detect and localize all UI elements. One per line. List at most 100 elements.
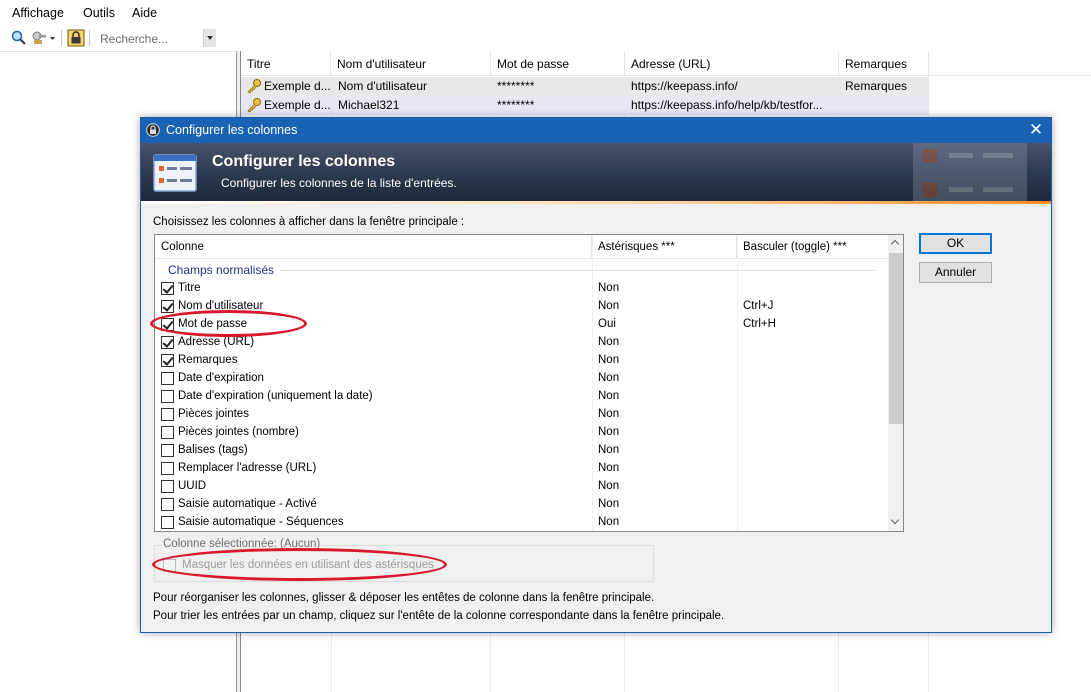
banner-title: Configurer les colonnes (212, 153, 396, 170)
field-row-username[interactable]: Nom d'utilisateur Non Ctrl+J (155, 298, 888, 316)
configure-columns-dialog: Configurer les colonnes ✕ Configurer les… (140, 117, 1052, 633)
key-generator-icon[interactable] (31, 29, 57, 47)
group-standard-fields: Champs normalisés (168, 263, 275, 277)
field-name: Saisie automatique - Séquences (178, 516, 344, 528)
field-checkbox[interactable] (161, 462, 174, 475)
field-checkbox[interactable] (161, 282, 174, 295)
entry-row[interactable]: Exemple d... Nom d'utilisateur ******** … (241, 77, 929, 96)
field-row-expiry[interactable]: Date d'expiration Non (155, 370, 888, 388)
hint-sort: Pour trier les entrées par un champ, cli… (153, 610, 725, 622)
scroll-down-arrow-icon[interactable] (888, 514, 903, 531)
hint-reorder: Pour réorganiser les colonnes, glisser &… (153, 592, 655, 604)
entry-notes: Remarques (845, 79, 908, 93)
field-row-attachments-count[interactable]: Pièces jointes (nombre) Non (155, 424, 888, 442)
field-row-autotype-sequences[interactable]: Saisie automatique - Séquences Non (155, 514, 888, 531)
field-checkbox[interactable] (161, 318, 174, 331)
field-asterisks: Non (598, 426, 620, 438)
column-header-url[interactable]: Adresse (URL) (625, 52, 839, 76)
field-checkbox[interactable] (161, 390, 174, 403)
menu-bar: Affichage Outils Aide (0, 0, 1091, 26)
field-asterisks: Oui (598, 318, 616, 330)
header-toggle[interactable]: Basculer (toggle) *** (737, 235, 888, 259)
close-icon[interactable]: ✕ (1025, 121, 1047, 140)
toolbar-separator (61, 30, 62, 46)
entry-username: Michael321 (338, 98, 400, 112)
field-name: Saisie automatique - Activé (178, 498, 317, 510)
mask-asterisks-checkbox[interactable] (163, 559, 176, 572)
field-checkbox[interactable] (161, 408, 174, 421)
field-checkbox[interactable] (161, 498, 174, 511)
column-header-username[interactable]: Nom d'utilisateur (331, 52, 491, 76)
field-name: Remarques (178, 354, 238, 366)
field-row-password[interactable]: Mot de passe Oui Ctrl+H (155, 316, 888, 334)
columns-icon (153, 154, 197, 192)
field-asterisks: Non (598, 498, 620, 510)
dialog-title-bar[interactable]: Configurer les colonnes ✕ (141, 118, 1051, 143)
column-header-notes[interactable]: Remarques (839, 52, 929, 76)
menu-outils[interactable]: Outils (83, 6, 115, 20)
field-asterisks: Non (598, 282, 620, 294)
field-asterisks: Non (598, 300, 620, 312)
search-input[interactable]: Recherche... (100, 32, 168, 46)
field-name: Date d'expiration (uniquement la date) (178, 390, 373, 402)
header-colonne[interactable]: Colonne (155, 235, 592, 259)
field-row-expiry-date-only[interactable]: Date d'expiration (uniquement la date) N… (155, 388, 888, 406)
header-asterisks[interactable]: Astérisques *** (592, 235, 737, 259)
field-asterisks: Non (598, 372, 620, 384)
field-checkbox[interactable] (161, 516, 174, 529)
menu-affichage[interactable]: Affichage (12, 6, 64, 20)
dialog-banner: Configurer les colonnes Configurer les c… (141, 143, 1051, 203)
column-header-password[interactable]: Mot de passe (491, 52, 625, 76)
field-row-override-url[interactable]: Remplacer l'adresse (URL) Non (155, 460, 888, 478)
entry-row[interactable]: Exemple d... Michael321 ******** https:/… (241, 96, 929, 115)
field-name: Pièces jointes (nombre) (178, 426, 299, 438)
vertical-scrollbar[interactable] (888, 235, 903, 531)
instruction-label: Choisissez les colonnes à afficher dans … (153, 216, 465, 228)
lock-icon[interactable] (67, 29, 85, 47)
field-row-autotype-enabled[interactable]: Saisie automatique - Activé Non (155, 496, 888, 514)
field-checkbox[interactable] (161, 426, 174, 439)
field-row-url[interactable]: Adresse (URL) Non (155, 334, 888, 352)
field-row-uuid[interactable]: UUID Non (155, 478, 888, 496)
banner-watermark-icon (911, 143, 1051, 203)
selected-column-label: Colonne sélectionnée: (Aucun) (161, 538, 323, 550)
field-asterisks: Non (598, 390, 620, 402)
field-row-attachments[interactable]: Pièces jointes Non (155, 406, 888, 424)
field-row-tags[interactable]: Balises (tags) Non (155, 442, 888, 460)
ok-button[interactable]: OK (919, 233, 992, 254)
field-name: Titre (178, 282, 201, 294)
field-checkbox[interactable] (161, 444, 174, 457)
cancel-button[interactable]: Annuler (919, 262, 992, 283)
banner-subtitle: Configurer les colonnes de la liste d'en… (221, 176, 457, 190)
field-name: Date d'expiration (178, 372, 264, 384)
dropdown-arrow-icon[interactable] (203, 29, 216, 47)
field-asterisks: Non (598, 408, 620, 420)
field-name: Pièces jointes (178, 408, 249, 420)
field-checkbox[interactable] (161, 372, 174, 385)
search-icon[interactable] (10, 29, 28, 47)
quick-search-box[interactable]: Recherche... (93, 28, 216, 48)
field-name: Balises (tags) (178, 444, 248, 456)
field-checkbox[interactable] (161, 480, 174, 493)
field-name: Mot de passe (178, 318, 248, 330)
entry-list-header: Titre Nom d'utilisateur Mot de passe Adr… (241, 52, 1091, 76)
entry-username: Nom d'utilisateur (338, 79, 427, 93)
field-name: Remplacer l'adresse (URL) (178, 462, 317, 474)
menu-aide[interactable]: Aide (132, 6, 157, 20)
entry-title: Exemple d... (264, 79, 330, 93)
field-row-titre[interactable]: Titre Non (155, 280, 888, 298)
key-icon (246, 97, 262, 116)
dialog-title: Configurer les colonnes (166, 123, 298, 137)
entry-title: Exemple d... (264, 98, 330, 112)
toolbar: Recherche... (0, 26, 1091, 51)
field-row-notes[interactable]: Remarques Non (155, 352, 888, 370)
scroll-up-arrow-icon[interactable] (888, 235, 903, 252)
columns-listview[interactable]: Colonne Astérisques *** Basculer (toggle… (154, 234, 904, 532)
entry-password: ******** (497, 79, 535, 93)
column-header-title[interactable]: Titre (241, 52, 331, 76)
scrollbar-thumb[interactable] (889, 253, 903, 424)
field-checkbox[interactable] (161, 336, 174, 349)
field-asterisks: Non (598, 516, 620, 528)
field-checkbox[interactable] (161, 354, 174, 367)
field-checkbox[interactable] (161, 300, 174, 313)
